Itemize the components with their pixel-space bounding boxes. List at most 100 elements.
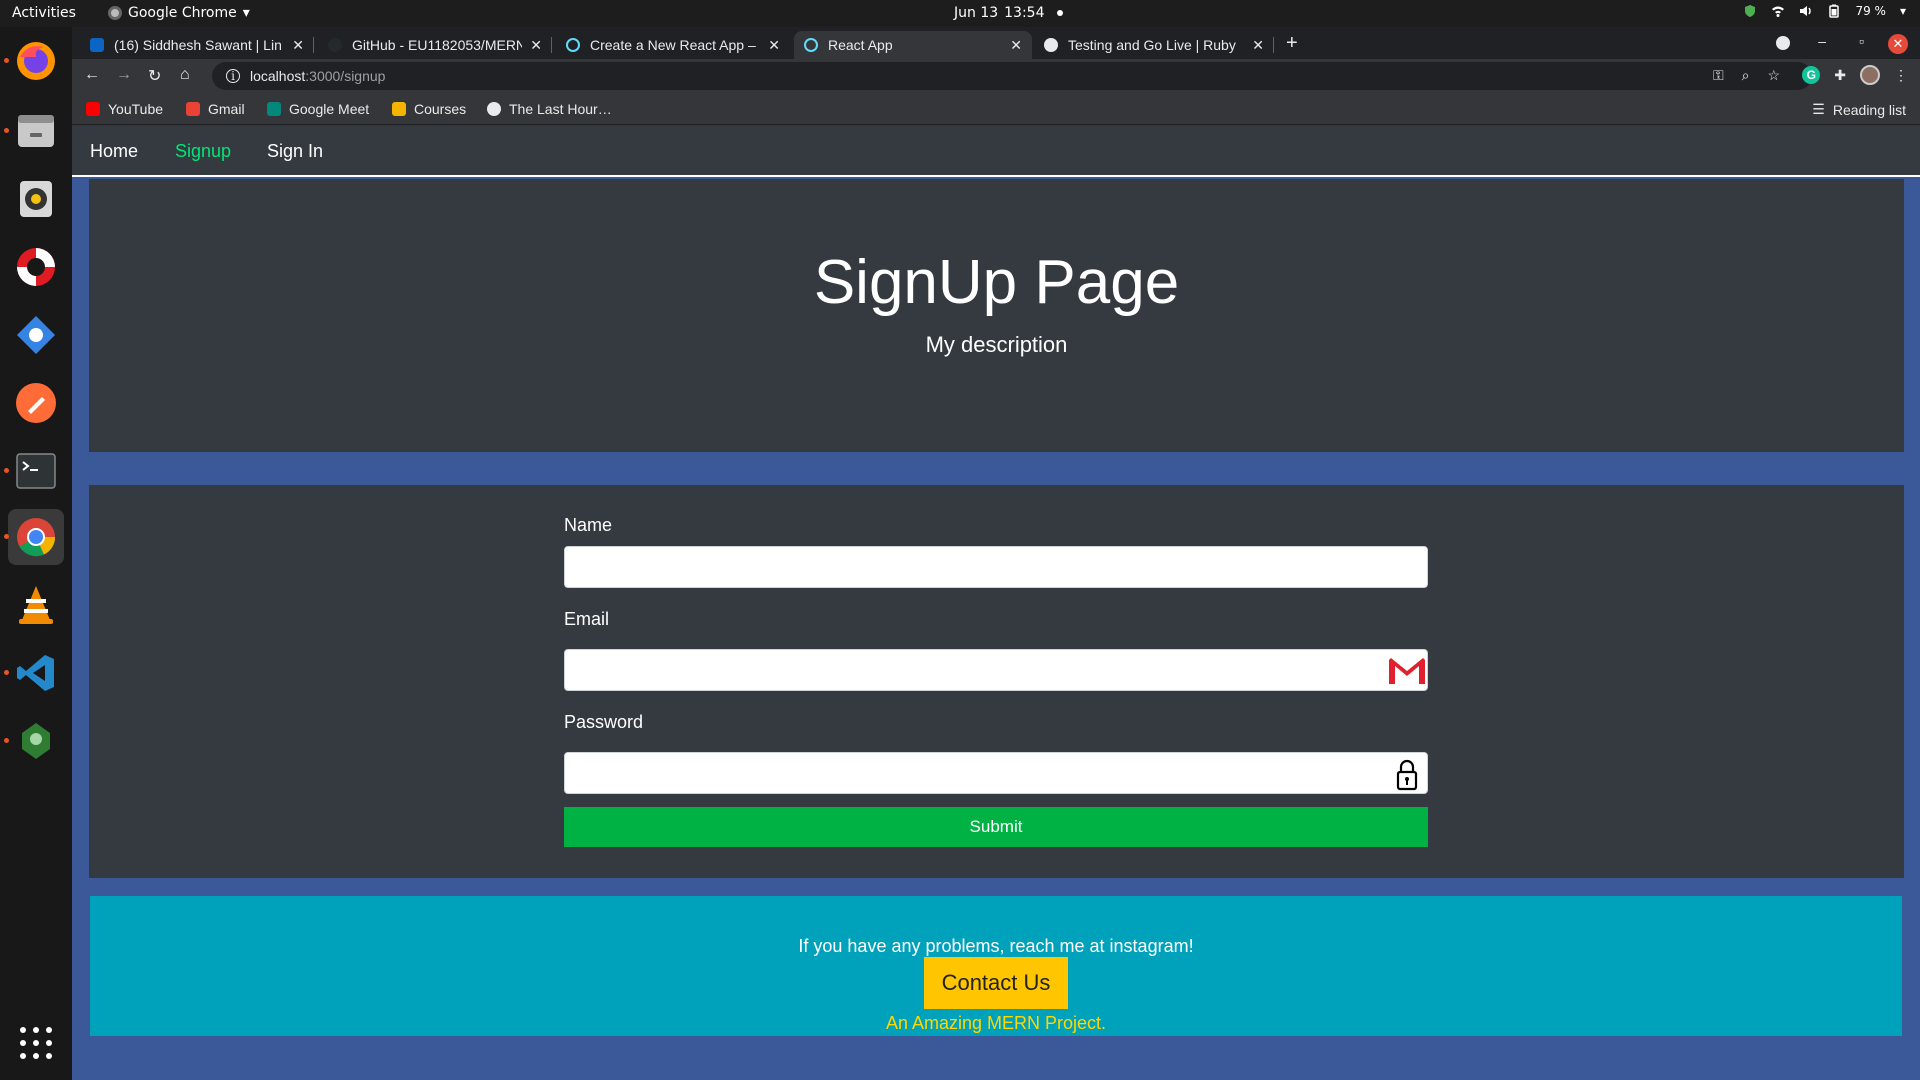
nav-signin-link[interactable]: Sign In	[267, 141, 323, 162]
star-icon[interactable]: ☆	[1767, 67, 1780, 84]
kebab-menu-icon[interactable]: ⋮	[1894, 67, 1908, 84]
bookmark-google-meet[interactable]: Google Meet	[267, 101, 369, 117]
clock-date: Jun 13	[954, 5, 999, 21]
site-info-icon[interactable]: i	[226, 69, 240, 83]
activities-button[interactable]: Activities	[12, 5, 76, 21]
tab-testing-go-live[interactable]: Testing and Go Live | Ruby ✕	[1034, 31, 1274, 59]
home-icon[interactable]: ⌂	[180, 66, 190, 84]
linkedin-icon	[90, 38, 104, 52]
show-apps-grid-icon[interactable]	[20, 1027, 52, 1059]
chevron-down-icon: ▾	[242, 5, 250, 21]
hero-jumbotron: SignUp Page My description	[89, 179, 1904, 452]
tab-title: GitHub - EU1182053/MERN	[352, 37, 523, 53]
close-icon[interactable]: ✕	[768, 37, 780, 54]
site-footer: If you have any problems, reach me at in…	[90, 896, 1902, 1036]
clock[interactable]: Jun 13 13:54	[954, 5, 1063, 21]
password-input[interactable]	[565, 753, 1427, 793]
nav-signup-link[interactable]: Signup	[175, 141, 231, 162]
bookmark-courses[interactable]: Courses	[392, 101, 466, 117]
tab-create-react-app[interactable]: Create a New React App – ✕	[556, 31, 790, 59]
new-tab-button[interactable]: +	[1286, 33, 1298, 53]
dock-robo3t[interactable]	[4, 713, 64, 769]
youtube-icon	[86, 102, 100, 116]
dock-terminal[interactable]	[4, 443, 64, 499]
bookmark-label: Courses	[414, 101, 467, 117]
name-input[interactable]	[565, 547, 1427, 587]
tab-title: Create a New React App –	[590, 37, 756, 53]
bookmark-label: Gmail	[208, 101, 245, 117]
bookmark-youtube[interactable]: YouTube	[86, 101, 163, 117]
back-arrow-icon[interactable]: ←	[84, 66, 100, 84]
wifi-icon	[1772, 6, 1785, 17]
email-field-wrapper	[564, 649, 1428, 691]
password-label: Password	[564, 712, 644, 732]
email-label: Email	[564, 609, 610, 629]
address-bar[interactable]: i localhost:3000/signup	[212, 62, 1812, 90]
url-host: localhost	[250, 68, 306, 84]
tab-linkedin[interactable]: (16) Siddhesh Sawant | Lin ✕	[80, 31, 314, 59]
dock-firefox[interactable]	[4, 33, 64, 89]
tab-title: React App	[828, 37, 893, 53]
dock-files[interactable]	[4, 103, 64, 159]
github-icon	[328, 38, 342, 52]
url-path: :3000/signup	[305, 68, 386, 84]
tab-search-icon[interactable]	[1776, 36, 1790, 50]
close-icon[interactable]: ✕	[292, 37, 304, 54]
close-icon[interactable]: ✕	[1252, 37, 1264, 54]
omnibox-actions: ⚿ ⌕ ☆	[1713, 67, 1780, 84]
firefox-icon	[17, 42, 55, 80]
chevron-down-icon: ▾	[1899, 4, 1906, 18]
postman-icon	[16, 383, 56, 423]
tab-title: Testing and Go Live | Ruby	[1068, 37, 1236, 53]
dock-postman[interactable]	[8, 375, 64, 431]
dock-chrome[interactable]	[4, 509, 64, 565]
tab-github[interactable]: GitHub - EU1182053/MERN ✕	[318, 31, 552, 59]
grammarly-icon[interactable]: G	[1802, 66, 1821, 84]
window-close-button[interactable]: ✕	[1888, 34, 1908, 54]
running-indicator	[4, 468, 9, 473]
chrome-window: (16) Siddhesh Sawant | Lin ✕ GitHub - EU…	[72, 27, 1920, 1080]
close-icon[interactable]: ✕	[1010, 37, 1022, 54]
email-input[interactable]	[565, 650, 1427, 690]
dock-vlc[interactable]	[8, 577, 64, 633]
running-indicator	[4, 128, 9, 133]
app-menu[interactable]: Google Chrome ▾	[108, 5, 250, 21]
page-description: My description	[925, 332, 1068, 357]
clock-time: 13:54	[1004, 5, 1045, 21]
dock-vscode[interactable]	[4, 645, 64, 701]
dock-software-updater[interactable]	[8, 307, 64, 363]
bookmark-last-hour[interactable]: The Last Hour…	[487, 101, 612, 117]
gmail-icon	[1389, 658, 1425, 684]
running-indicator	[4, 738, 9, 743]
bookmark-gmail[interactable]: Gmail	[186, 101, 245, 117]
maximize-button[interactable]: ▫	[1859, 33, 1864, 49]
bookmark-label: The Last Hour…	[509, 101, 612, 117]
forward-arrow-icon[interactable]: →	[116, 66, 132, 84]
submit-button[interactable]: Submit	[564, 807, 1428, 847]
minimize-button[interactable]: –	[1818, 33, 1826, 49]
running-indicator	[4, 670, 9, 675]
contact-us-button[interactable]: Contact Us	[924, 957, 1068, 1009]
key-icon[interactable]: ⚿	[1713, 67, 1724, 84]
zoom-icon[interactable]: ⌕	[1742, 67, 1750, 84]
site-navbar: Home Signup Sign In	[72, 126, 1920, 177]
dock-help[interactable]	[8, 239, 64, 295]
tab-react-app[interactable]: React App ✕	[794, 31, 1032, 59]
dock-rhythmbox[interactable]	[8, 171, 64, 227]
running-indicator	[4, 534, 9, 539]
courses-icon	[392, 102, 406, 116]
puzzle-icon[interactable]: ✚	[1834, 67, 1846, 84]
close-icon[interactable]: ✕	[530, 37, 542, 54]
meet-icon	[267, 102, 281, 116]
system-tray[interactable]: 79 % ▾	[1743, 4, 1906, 18]
updater-icon	[17, 316, 55, 354]
profile-avatar[interactable]	[1860, 65, 1880, 85]
robo3t-icon	[22, 723, 50, 759]
bookmark-label: Google Meet	[289, 101, 370, 117]
reading-list-button[interactable]: ☰ Reading list	[1812, 101, 1906, 118]
reload-icon[interactable]: ↻	[148, 66, 161, 86]
terminal-icon	[16, 453, 56, 489]
nav-home-link[interactable]: Home	[90, 141, 138, 162]
lock-icon	[1396, 759, 1418, 791]
system-top-bar: Activities Google Chrome ▾ Jun 13 13:54 …	[0, 0, 1920, 27]
